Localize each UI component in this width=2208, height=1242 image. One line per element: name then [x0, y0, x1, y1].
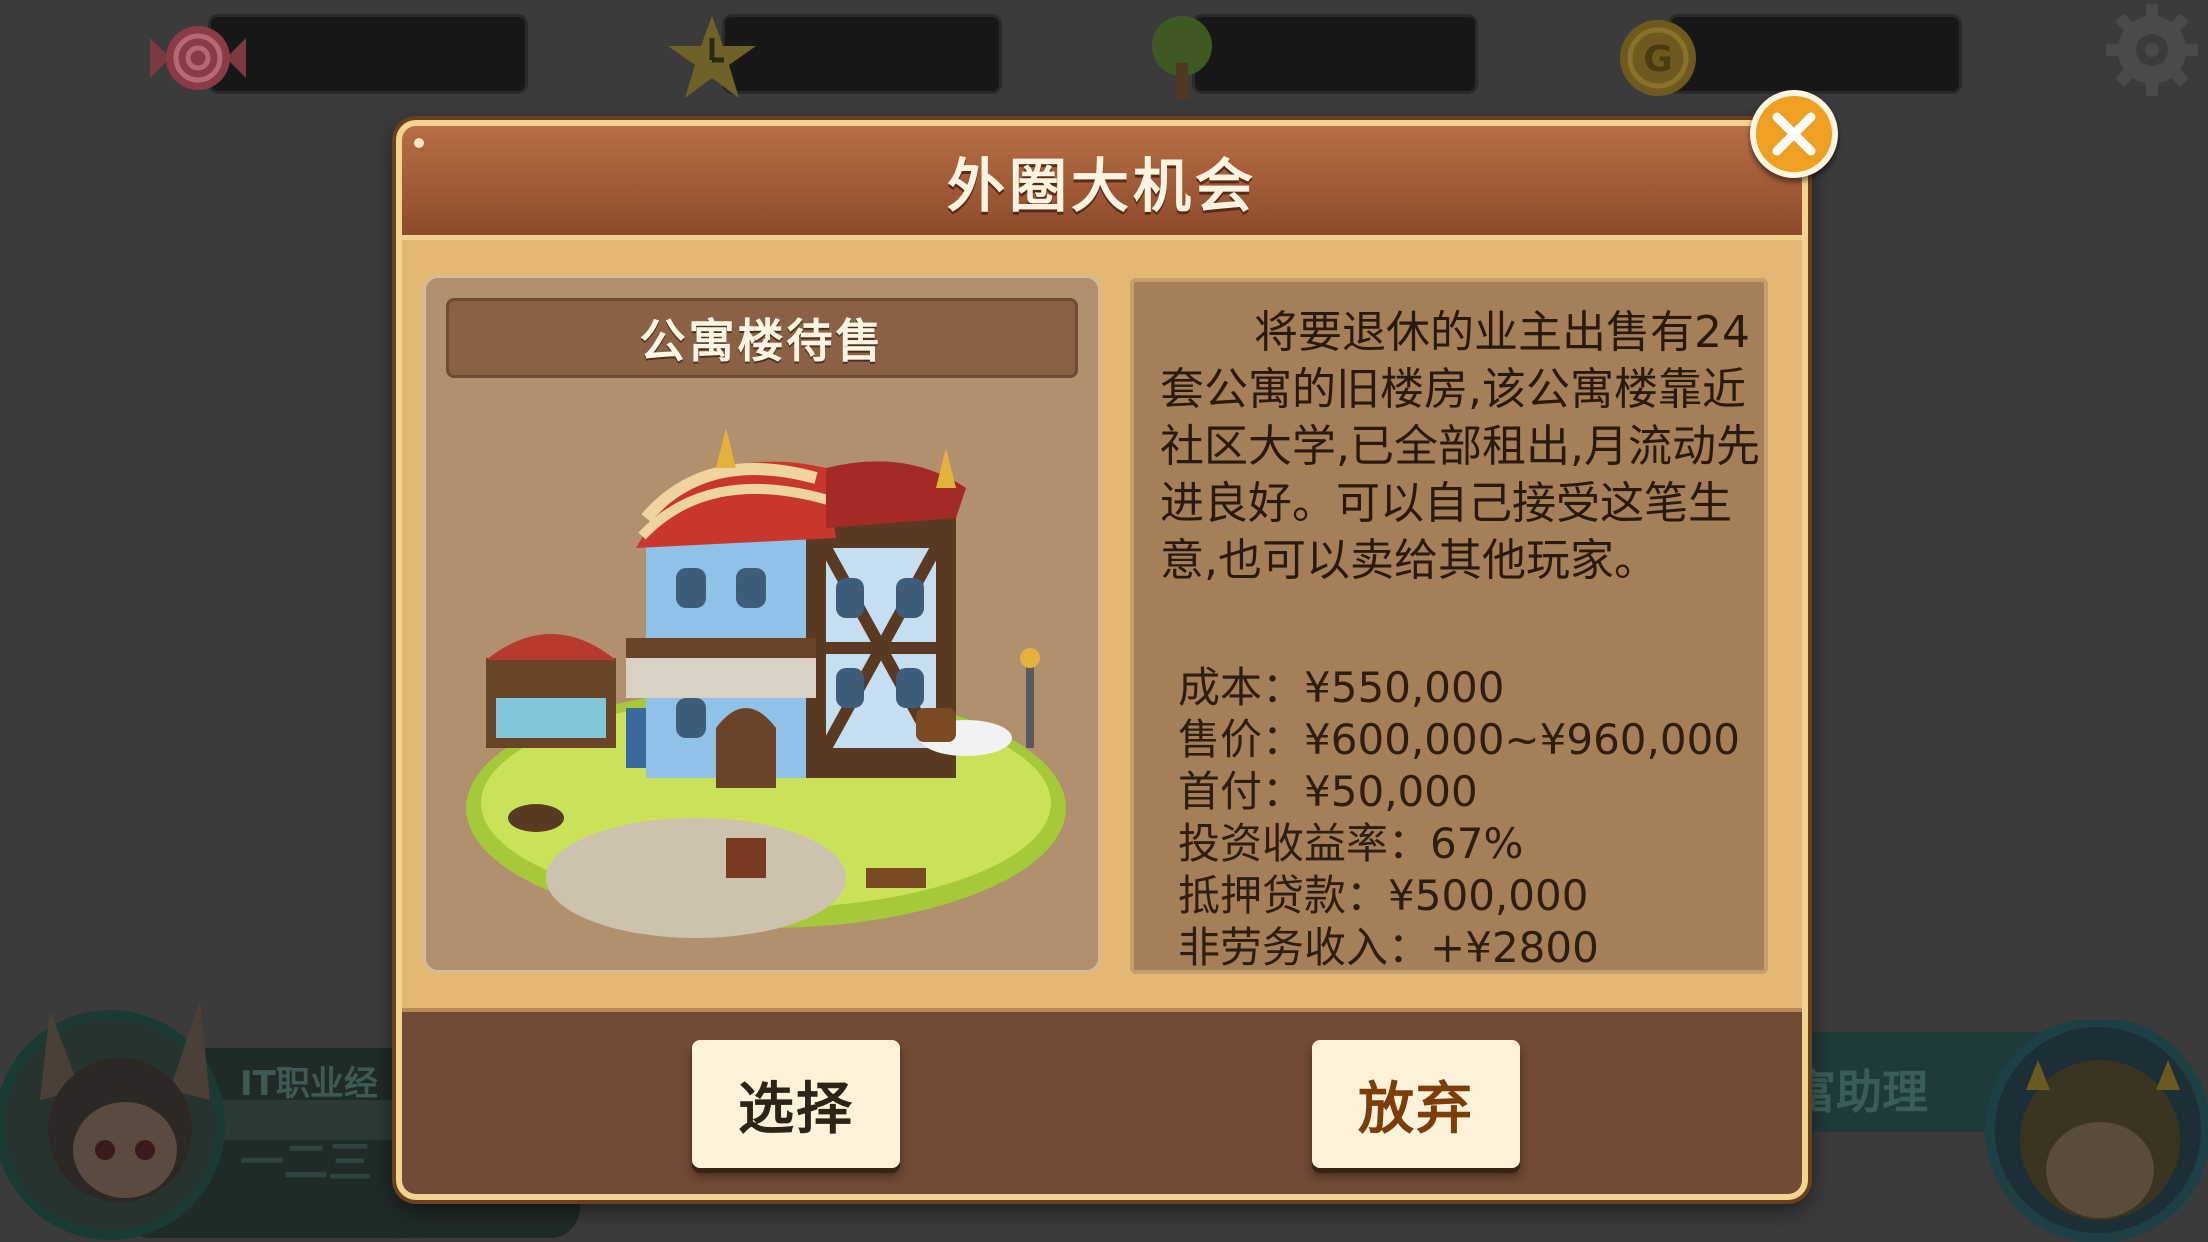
hud-candy-bar — [208, 14, 528, 94]
stat-mortgage: 抵押贷款：¥500,000 — [1178, 871, 1589, 920]
stat-passive-income: 非劳务收入：+¥2800 — [1178, 923, 1599, 972]
close-button[interactable] — [1750, 90, 1838, 178]
property-description: 将要退休的业主出售有24套公寓的旧楼房,该公寓楼靠近社区大学,已全部租出,月流动… — [1160, 307, 1760, 586]
property-name: 公寓楼待售 — [639, 314, 885, 368]
stat-label: 售价 — [1178, 715, 1263, 764]
property-card: 公寓楼待售 — [422, 274, 1102, 974]
property-name-header: 公寓楼待售 — [446, 298, 1078, 378]
stat-value: ¥500,000 — [1388, 871, 1589, 920]
stat-price: 售价：¥600,000~¥960,000 — [1178, 715, 1741, 764]
stat-cost: 成本：¥550,000 — [1178, 663, 1505, 712]
property-stats: 成本：¥550,000 售价：¥600,000~¥960,000 首付：¥50,… — [1178, 662, 1740, 974]
gold-coin-icon: G — [1620, 20, 1696, 96]
candy-icon — [150, 26, 246, 90]
dialog-title: 外圈大机会 — [946, 151, 1257, 220]
gear-icon[interactable] — [2102, 0, 2202, 100]
stat-value: 67% — [1430, 819, 1524, 868]
game-screen: G IT职业经 一二三 富助理 外圈大机会 公寓楼待售 将要退休的业主出售有24… — [0, 0, 2208, 1242]
assistant-card: 富助理 — [1788, 1020, 2208, 1242]
star-clock-icon — [668, 16, 756, 98]
dialog-title-bar: 外圈大机会 — [402, 126, 1802, 240]
title-dot — [414, 138, 424, 148]
stat-down-payment: 首付：¥50,000 — [1178, 767, 1478, 816]
dialog-footer: 选择 放弃 — [402, 1008, 1802, 1194]
stat-label: 抵押贷款 — [1178, 871, 1347, 920]
close-icon — [1772, 112, 1816, 156]
assistant-label: 富助理 — [1790, 1065, 1928, 1119]
stat-label: 首付 — [1178, 767, 1263, 816]
stat-value: ¥50,000 — [1304, 767, 1478, 816]
stat-label: 非劳务收入 — [1178, 923, 1389, 972]
tree-icon — [1152, 16, 1212, 99]
abandon-button-label: 放弃 — [1358, 1076, 1474, 1142]
player-title: IT职业经 — [240, 1064, 378, 1104]
stat-roi: 投资收益率：67% — [1178, 819, 1524, 868]
svg-text:G: G — [1643, 39, 1673, 80]
hud-gold: G — [1608, 14, 1964, 96]
stat-value: +¥2800 — [1430, 923, 1599, 972]
hud-time-bar — [722, 14, 1002, 94]
property-details: 将要退休的业主出售有24套公寓的旧楼房,该公寓楼靠近社区大学,已全部租出,月流动… — [1130, 278, 1768, 974]
hud-gold-bar — [1668, 14, 1962, 94]
hud-assets-bar — [1192, 14, 1478, 94]
hud-time — [662, 14, 1004, 98]
assistant-avatar — [1788, 1020, 2208, 1242]
hud-assets — [1132, 14, 1480, 99]
stat-label: 投资收益率 — [1178, 819, 1389, 868]
player-name: 一二三 — [240, 1137, 372, 1188]
select-button[interactable]: 选择 — [692, 1040, 900, 1168]
opportunity-dialog: 外圈大机会 公寓楼待售 将要退休的业主出售有24套公寓的旧楼房,该公寓楼靠近社区… — [396, 120, 1808, 1200]
hud-candy — [148, 14, 532, 94]
select-button-label: 选择 — [738, 1076, 854, 1142]
stat-value: ¥550,000 — [1304, 663, 1505, 712]
abandon-button[interactable]: 放弃 — [1312, 1040, 1520, 1168]
apartment-building-illustration — [466, 428, 1066, 938]
stat-value: ¥600,000~¥960,000 — [1304, 715, 1741, 764]
stat-label: 成本 — [1178, 663, 1263, 712]
